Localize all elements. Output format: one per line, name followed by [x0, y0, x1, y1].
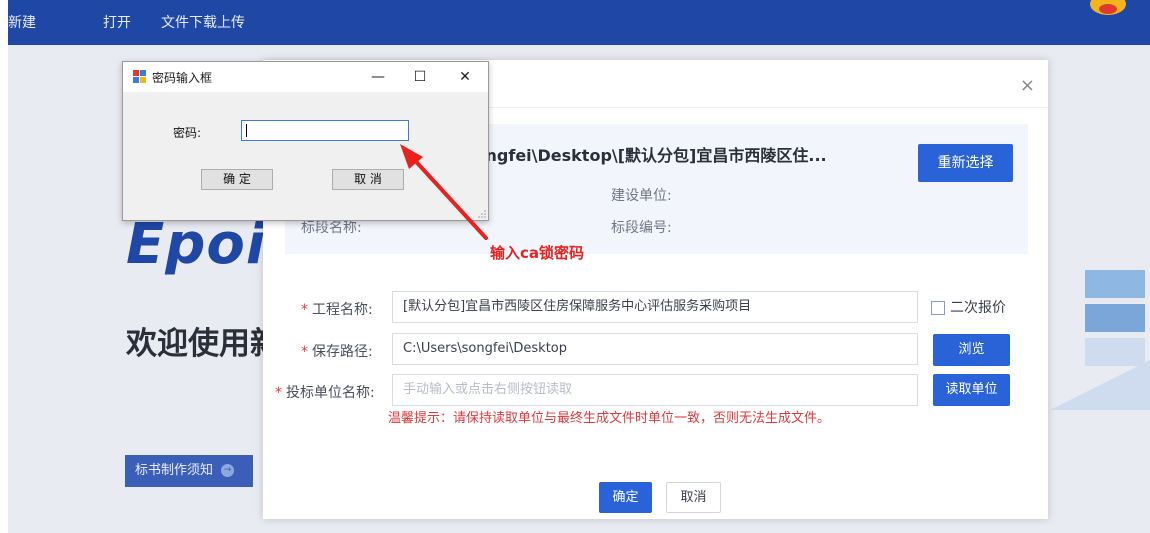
- annotation-label: 输入ca锁密码: [490, 244, 585, 262]
- annotation-arrow-icon: [400, 144, 488, 240]
- screenshot: 新建 打开 文件下载上传 Epoin 欢迎使用新 标书制作须知 → × song…: [8, 0, 1150, 533]
